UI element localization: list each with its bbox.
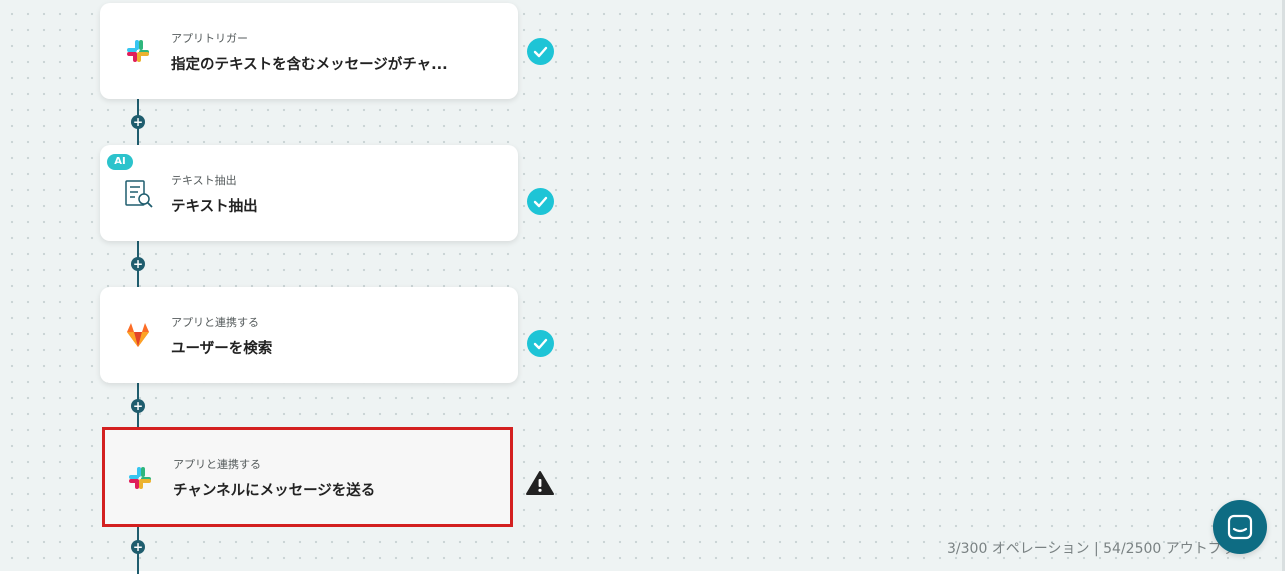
gitlab-icon bbox=[124, 321, 152, 349]
warning-icon bbox=[526, 470, 554, 496]
step-title: 指定のテキストを含むメッセージがチャ... bbox=[171, 57, 448, 73]
step-title: テキスト抽出 bbox=[171, 199, 258, 215]
flow-step-card[interactable]: テキスト抽出 テキスト抽出 bbox=[100, 145, 518, 241]
step-title: ユーザーを検索 bbox=[171, 341, 273, 357]
flow-step-card-selected[interactable]: アプリと連携する チャンネルにメッセージを送る bbox=[102, 427, 513, 527]
step-title: チャンネルにメッセージを送る bbox=[173, 483, 376, 499]
slack-icon bbox=[124, 37, 152, 65]
document-search-icon bbox=[124, 179, 153, 208]
step-type-label: テキスト抽出 bbox=[171, 174, 237, 187]
add-step-button[interactable]: + bbox=[131, 115, 145, 129]
chat-icon bbox=[1227, 514, 1253, 540]
usage-counter: 3/300 オペレーション | 54/2500 アウトプット bbox=[947, 541, 1250, 557]
add-step-button[interactable]: + bbox=[131, 540, 145, 554]
add-step-button[interactable]: + bbox=[131, 257, 145, 271]
completed-check-icon bbox=[527, 188, 554, 215]
completed-check-icon bbox=[527, 38, 554, 65]
step-type-label: アプリと連携する bbox=[173, 458, 261, 471]
flow-step-card[interactable]: アプリと連携する ユーザーを検索 bbox=[100, 287, 518, 383]
add-step-button[interactable]: + bbox=[131, 399, 145, 413]
slack-icon bbox=[126, 464, 154, 492]
step-type-label: アプリトリガー bbox=[171, 32, 248, 45]
flow-step-card[interactable]: アプリトリガー 指定のテキストを含むメッセージがチャ... bbox=[100, 3, 518, 99]
ai-badge: AI bbox=[107, 154, 133, 170]
completed-check-icon bbox=[527, 330, 554, 357]
chat-support-button[interactable] bbox=[1213, 500, 1267, 554]
step-type-label: アプリと連携する bbox=[171, 316, 259, 329]
